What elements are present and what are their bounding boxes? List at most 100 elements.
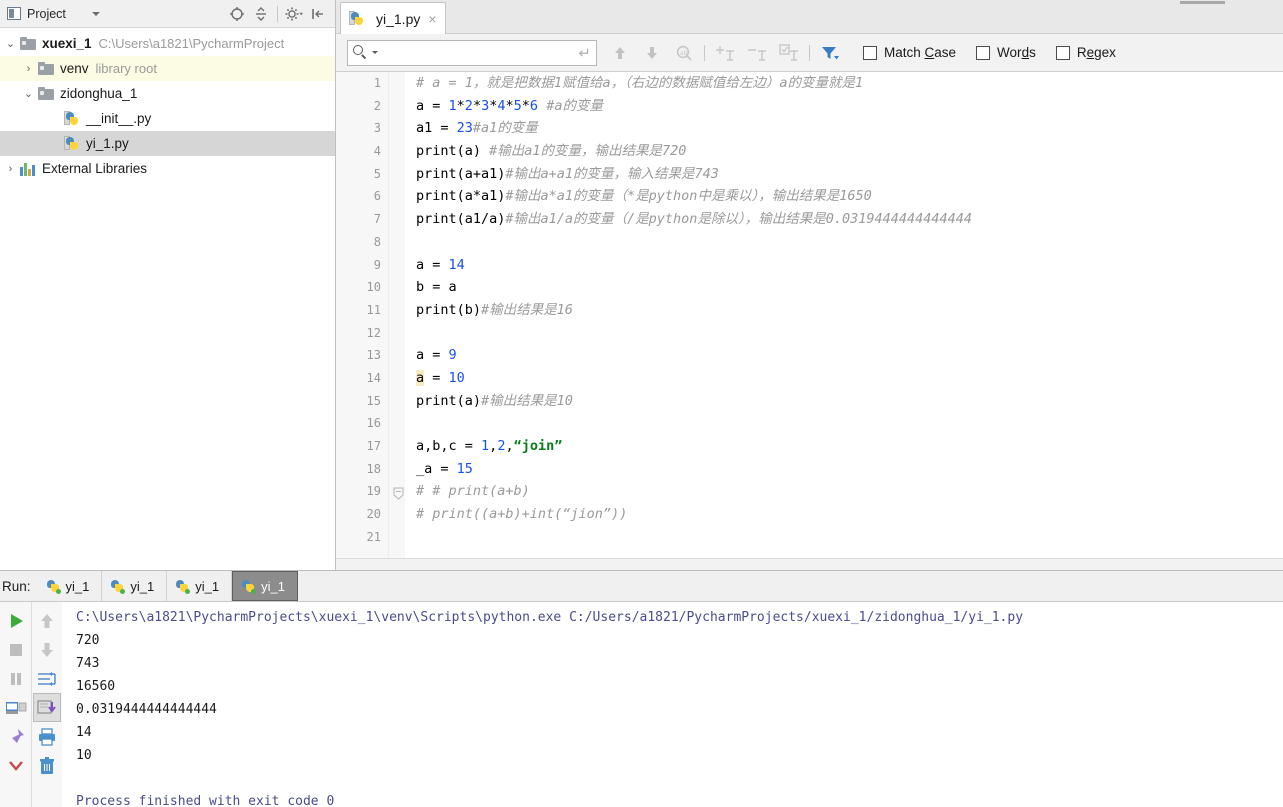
console-output-line: 14 (76, 725, 92, 740)
run-tab-yi-1-d[interactable]: yi_1 (232, 571, 298, 601)
run-tab-yi-1-c[interactable]: yi_1 (167, 571, 233, 601)
search-input[interactable] (378, 44, 579, 61)
code-line[interactable]: 1 # a = 1，就是把数据1赋值给a，（右边的数据赋值给左边）a的变量就是1 (336, 72, 1283, 95)
editor-tab-yi-1-py[interactable]: yi_1.py × (340, 2, 446, 34)
code-line[interactable]: 16 (336, 412, 1283, 435)
run-tab-yi-1-b[interactable]: yi_1 (102, 571, 168, 601)
remove-selection-icon[interactable] (742, 39, 772, 67)
restore-layout-icon[interactable] (2, 693, 30, 722)
code-line[interactable]: 3 a1 = 23#a1的变量 (336, 117, 1283, 140)
project-panel: Project ⌄ xuexi_1 C:\Users\a1821\PycharmPr… (0, 0, 336, 570)
close-icon[interactable]: × (428, 12, 436, 26)
line-number: 12 (366, 325, 381, 340)
run-icon[interactable] (2, 606, 30, 635)
code-fold-marker[interactable] (393, 485, 404, 501)
chevron-down-icon[interactable] (2, 751, 30, 780)
chevron-down-icon[interactable] (91, 11, 100, 16)
chevron-right-icon[interactable]: › (22, 63, 35, 75)
run-tab-label: yi_1 (195, 578, 220, 594)
folder-icon (20, 37, 36, 50)
code-line[interactable]: 19 # # print(a+b) (336, 480, 1283, 503)
code-line[interactable]: 10 b = a (336, 276, 1283, 299)
arrow-up-icon[interactable] (33, 606, 61, 635)
console-output-line: 0.0319444444444444 (76, 702, 217, 717)
code-line[interactable]: 8 (336, 231, 1283, 254)
line-number: 10 (366, 280, 381, 295)
line-number: 21 (366, 529, 381, 544)
checkbox-box[interactable] (976, 45, 991, 60)
code-line[interactable]: 2 a = 1*2*3*4*5*6 #a的变量 (336, 95, 1283, 118)
search-input-wrapper[interactable]: ↵ (347, 39, 597, 66)
pin-icon[interactable] (2, 722, 30, 751)
line-number: 2 (373, 98, 381, 113)
tree-node-zidonghua-1[interactable]: ⌄ zidonghua_1 (0, 81, 335, 106)
print-icon[interactable] (33, 722, 61, 751)
scroll-to-end-icon[interactable] (33, 693, 61, 722)
code-line[interactable]: 12 (336, 322, 1283, 345)
code-line[interactable]: 14 a = 10 (336, 367, 1283, 390)
editor-area: yi_1.py × ↵ ab Match Case Words Regex 1 … (336, 0, 1283, 570)
trash-icon[interactable] (33, 751, 61, 780)
find-next-icon[interactable] (637, 39, 667, 67)
pause-icon[interactable] (2, 664, 30, 693)
tree-node-init-py[interactable]: __init__.py (0, 106, 335, 131)
collapse-all-icon[interactable] (250, 3, 272, 25)
chevron-down-icon[interactable]: ⌄ (4, 37, 17, 50)
code-line[interactable]: 9 a = 14 (336, 254, 1283, 277)
code-line[interactable]: 13 a = 9 (336, 344, 1283, 367)
code-text: print(b)#输出结果是16 (416, 301, 573, 318)
code-line[interactable]: 20 # print((a+b)+int(“jion”)) (336, 503, 1283, 526)
code-text: a = 10 (416, 369, 465, 386)
checkbox-box[interactable] (1055, 45, 1070, 60)
python-file-icon (64, 135, 80, 152)
hide-panel-icon[interactable] (307, 3, 329, 25)
project-panel-toolbar (226, 0, 329, 28)
line-number: 14 (366, 370, 381, 385)
checkbox-box[interactable] (863, 45, 877, 60)
arrow-down-icon[interactable] (33, 635, 61, 664)
editor-tab-label: yi_1.py (376, 10, 421, 27)
line-number: 19 (366, 484, 381, 499)
tree-node-external-libraries[interactable]: › External Libraries (0, 156, 335, 181)
filter-icon[interactable] (815, 39, 845, 67)
match-case-checkbox[interactable]: Match Case (863, 45, 956, 60)
chevron-right-icon[interactable]: › (4, 163, 17, 175)
editor-horizontal-scrollbar[interactable] (336, 558, 1283, 570)
find-all-icon[interactable]: ab (669, 39, 699, 67)
svg-text:ab: ab (680, 50, 688, 57)
editor-tab-scrollbar[interactable] (1180, 0, 1283, 5)
chevron-down-icon[interactable]: ⌄ (22, 87, 35, 100)
library-icon (20, 162, 36, 176)
python-file-icon (349, 10, 365, 27)
code-line[interactable]: 11 print(b)#输出结果是16 (336, 299, 1283, 322)
code-line[interactable]: 5 print(a+a1)#输出a+a1的变量，输入结果是743 (336, 163, 1283, 186)
code-line[interactable]: 7 print(a1/a)#输出a1/a的变量（/是python是除以），输出结果… (336, 208, 1283, 231)
tree-node-venv[interactable]: › venv library root (0, 56, 335, 81)
run-tab-yi-1-a[interactable]: yi_1 (38, 571, 103, 601)
code-content[interactable]: 1 # a = 1，就是把数据1赋值给a，（右边的数据赋值给左边）a的变量就是1 2… (336, 72, 1283, 548)
tree-node-label: External Libraries (42, 161, 148, 176)
find-previous-icon[interactable] (605, 39, 635, 67)
tree-node-yi-1-py[interactable]: yi_1.py (0, 131, 335, 156)
gear-icon[interactable] (283, 3, 305, 25)
code-line[interactable]: 18 _a = 15 (336, 458, 1283, 481)
python-file-icon (64, 110, 80, 127)
code-editor[interactable]: 1 # a = 1，就是把数据1赋值给a，（右边的数据赋值给左边）a的变量就是1 2… (336, 72, 1283, 570)
code-line[interactable]: 21 (336, 526, 1283, 549)
soft-wrap-icon[interactable] (33, 664, 61, 693)
pycharm-window: Project ⌄ xuexi_1 C:\Users\a1821\PycharmPr… (0, 0, 1283, 807)
console-output-line: 16560 (76, 679, 116, 694)
regex-checkbox[interactable]: Regex (1055, 45, 1116, 60)
console-output[interactable]: C:\Users\a1821\PycharmProjects\xuexi_1\v… (62, 602, 1283, 807)
words-checkbox[interactable]: Words (976, 45, 1036, 60)
code-line[interactable]: 6 print(a*a1)#输出a*a1的变量（*是python中是乘以），输出结… (336, 185, 1283, 208)
select-all-occurrences-icon[interactable] (774, 39, 804, 67)
add-selection-icon[interactable] (710, 39, 740, 67)
locate-file-icon[interactable] (226, 3, 248, 25)
code-line[interactable]: 15 print(a)#输出结果是10 (336, 390, 1283, 413)
code-line[interactable]: 4 print(a) #输出a1的变量，输出结果是720 (336, 140, 1283, 163)
code-line[interactable]: 17 a,b,c = 1,2,“join” (336, 435, 1283, 458)
stop-icon[interactable] (2, 635, 30, 664)
tree-node-xuexi-1[interactable]: ⌄ xuexi_1 C:\Users\a1821\PycharmProject (0, 31, 335, 56)
